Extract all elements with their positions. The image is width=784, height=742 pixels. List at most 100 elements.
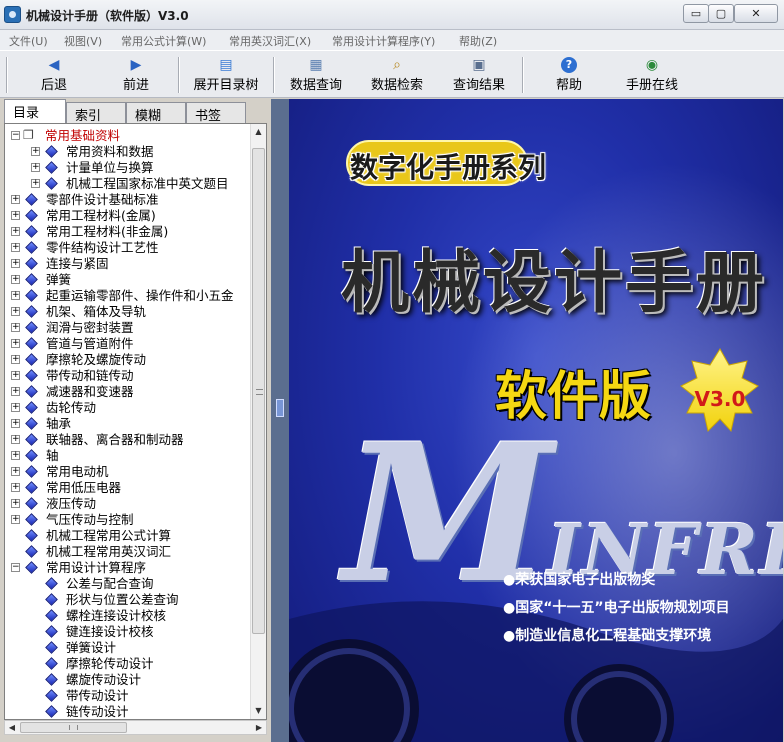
diamond-icon <box>25 305 38 318</box>
tree-item-label: 常用低压电器 <box>46 480 122 495</box>
diamond-icon <box>25 209 38 222</box>
expand-icon[interactable]: + <box>11 307 20 316</box>
expand-icon[interactable]: + <box>11 211 20 220</box>
tree-item-label: 气压传动与控制 <box>46 512 134 527</box>
expand-icon[interactable]: + <box>11 403 20 412</box>
menu-file[interactable]: 文件(U) <box>9 33 48 49</box>
query-result-button[interactable]: ▣ 查询结果 <box>446 55 512 95</box>
tree-item-label: 机械工程常用英汉词汇 <box>46 544 172 559</box>
tree-item-label: 零件结构设计工艺性 <box>46 240 159 255</box>
expand-icon[interactable]: + <box>11 419 20 428</box>
tree-item-label: 带传动设计 <box>66 688 129 703</box>
expand-tree-label: 展开目录树 <box>193 78 259 93</box>
app-icon[interactable] <box>4 6 21 23</box>
diamond-icon <box>25 417 38 430</box>
scroll-left-icon[interactable]: ◀ <box>5 721 19 734</box>
expand-icon[interactable]: + <box>11 259 20 268</box>
diamond-icon <box>25 433 38 446</box>
collapse-icon[interactable]: − <box>11 131 20 140</box>
help-label: 帮助 <box>555 78 582 93</box>
tab-contents[interactable]: 目录 <box>4 99 66 123</box>
data-search-button[interactable]: ⌕ 数据检索 <box>364 55 430 95</box>
help-button[interactable]: ? 帮助 <box>546 55 592 95</box>
maximize-button[interactable]: ▢ <box>708 4 734 23</box>
online-button[interactable]: ◉ 手册在线 <box>616 55 688 95</box>
menu-vocabulary[interactable]: 常用英汉词汇(X) <box>229 33 311 49</box>
diamond-icon <box>25 257 38 270</box>
tree-vertical-scrollbar[interactable]: ▲ ▼ <box>250 124 266 719</box>
diamond-icon <box>45 161 58 174</box>
data-search-label: 数据检索 <box>370 78 423 93</box>
online-label: 手册在线 <box>625 78 678 93</box>
forward-button[interactable]: ▶ 前进 <box>110 55 162 95</box>
tree-item-label: 减速器和变速器 <box>46 384 134 399</box>
diamond-icon <box>45 609 58 622</box>
diamond-icon <box>45 689 58 702</box>
expand-icon[interactable]: + <box>11 355 20 364</box>
menu-formula[interactable]: 常用公式计算(W) <box>121 33 206 49</box>
minimize-button[interactable]: ▭ <box>683 4 709 23</box>
expand-icon[interactable]: + <box>11 227 20 236</box>
window-title: 机械设计手册（软件版）V3.0 <box>26 9 189 23</box>
expand-tree-button[interactable]: ▤ 展开目录树 <box>186 55 266 95</box>
tree-horizontal-scrollbar[interactable]: ◀ ▶ <box>4 720 267 735</box>
expand-icon[interactable]: + <box>11 195 20 204</box>
expand-icon[interactable]: + <box>31 179 40 188</box>
diamond-icon <box>25 497 38 510</box>
tree-item-label: 联轴器、离合器和制动器 <box>46 432 184 447</box>
diamond-icon <box>45 593 58 606</box>
tab-bookmarks[interactable]: 书签 <box>186 102 246 124</box>
expand-icon[interactable]: + <box>11 451 20 460</box>
expand-icon[interactable]: + <box>11 515 20 524</box>
expand-icon[interactable]: + <box>11 371 20 380</box>
scroll-down-icon[interactable]: ▼ <box>251 703 266 719</box>
expand-icon[interactable]: + <box>11 483 20 492</box>
expand-icon[interactable]: + <box>11 387 20 396</box>
tree-item-label: 润滑与密封装置 <box>46 320 134 335</box>
tree-item-label: 常用工程材料(金属) <box>46 208 156 223</box>
scroll-up-icon[interactable]: ▲ <box>251 124 266 140</box>
expand-icon[interactable]: + <box>31 147 40 156</box>
scroll-thumb[interactable] <box>252 148 265 634</box>
expand-icon[interactable]: + <box>11 499 20 508</box>
diamond-icon <box>25 225 38 238</box>
collapse-handle-icon[interactable] <box>276 399 284 417</box>
expand-icon[interactable]: + <box>11 435 20 444</box>
tree-item-label: 齿轮传动 <box>46 400 97 415</box>
toolbar: ◀ 后退 ▶ 前进 ▤ 展开目录树 ▦ 数据查询 ⌕ 数据检索 ▣ 查询结果 ?… <box>0 50 784 98</box>
panel-splitter[interactable] <box>271 99 289 742</box>
menu-view[interactable]: 视图(V) <box>64 33 102 49</box>
expand-icon[interactable]: + <box>11 275 20 284</box>
tree-item-label: 起重运输零部件、操作件和小五金 <box>46 288 234 303</box>
close-button[interactable]: ✕ <box>734 4 778 23</box>
expand-icon[interactable]: + <box>11 243 20 252</box>
data-query-button[interactable]: ▦ 数据查询 <box>283 55 349 95</box>
diamond-icon <box>25 241 38 254</box>
diamond-icon <box>25 337 38 350</box>
menu-design-programs[interactable]: 常用设计计算程序(Y) <box>332 33 435 49</box>
query-result-label: 查询结果 <box>452 78 505 93</box>
expand-icon[interactable]: + <box>11 291 20 300</box>
toolbar-separator <box>273 57 275 93</box>
expand-icon[interactable]: + <box>11 339 20 348</box>
menu-help[interactable]: 帮助(Z) <box>459 33 497 49</box>
back-button[interactable]: ◀ 后退 <box>28 55 80 95</box>
directory-tree: − ❐ 常用基础资料 + 常用资料和数据 + 计量单位与换算 + 机械工程国家标准中英文题目 + 零… <box>4 123 267 720</box>
globe-icon: ◉ <box>645 57 659 73</box>
scroll-right-icon[interactable]: ▶ <box>252 721 266 734</box>
tab-fuzzy[interactable]: 模糊 <box>126 102 186 124</box>
toolbar-separator <box>6 57 8 93</box>
hscroll-thumb[interactable] <box>20 722 127 733</box>
book-icon: ▤ <box>219 57 233 73</box>
tree-item-label: 计量单位与换算 <box>66 160 154 175</box>
expand-icon[interactable]: + <box>31 163 40 172</box>
diamond-icon <box>45 177 58 190</box>
tab-index[interactable]: 索引 <box>66 102 126 124</box>
tree-item-label: 连接与紧固 <box>46 256 109 271</box>
expand-icon[interactable]: + <box>11 323 20 332</box>
tree-item-label: 常用资料和数据 <box>66 144 154 159</box>
expand-icon[interactable]: + <box>11 467 20 476</box>
cover-bullet: ●荣获国家电子出版物奖 <box>503 572 656 588</box>
diamond-icon <box>25 545 38 558</box>
collapse-icon[interactable]: − <box>11 563 20 572</box>
